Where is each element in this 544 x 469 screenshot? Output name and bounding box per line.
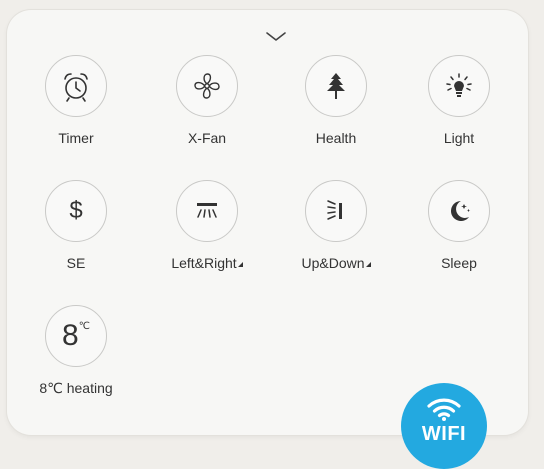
up-down-label: Up&Down <box>276 255 396 271</box>
xfan-button[interactable] <box>176 55 238 117</box>
timer-label: Timer <box>58 130 94 146</box>
heating-button[interactable]: 8 ℃ <box>45 305 107 367</box>
light-label: Light <box>443 130 475 146</box>
swing-horizontal-icon <box>197 203 217 218</box>
left-right-tile[interactable]: Left&Right <box>147 180 267 271</box>
se-button[interactable]: $ <box>45 180 107 242</box>
tree-icon <box>327 73 345 99</box>
light-bulb-icon <box>446 73 472 97</box>
light-tile[interactable]: Light <box>399 55 519 146</box>
heating-label: 8℃ heating <box>39 380 113 396</box>
quick-functions-panel: Timer X-Fan Health Light $ SE Left&Right… <box>7 10 528 435</box>
se-label: SE <box>66 255 86 271</box>
up-down-button[interactable] <box>305 180 367 242</box>
left-right-label-text: Left&Right <box>171 255 237 271</box>
dropdown-triangle-icon <box>237 262 243 267</box>
moon-stars-icon <box>451 201 471 221</box>
dropdown-triangle-icon <box>365 262 371 267</box>
swing-vertical-icon <box>327 200 342 220</box>
up-down-label-text: Up&Down <box>301 255 365 271</box>
up-down-tile[interactable]: Up&Down <box>276 180 396 271</box>
wifi-icon <box>427 398 461 421</box>
light-button[interactable] <box>428 55 490 117</box>
sleep-tile[interactable]: Sleep <box>399 180 519 271</box>
celsius-glyph: ℃ <box>78 321 90 332</box>
timer-tile[interactable]: Timer <box>16 55 136 146</box>
wifi-badge: WIFI <box>401 383 487 469</box>
eight-degree-icon: 8 ℃ <box>62 321 90 351</box>
left-right-label: Left&Right <box>147 255 267 271</box>
xfan-label: X-Fan <box>187 130 227 146</box>
health-tile[interactable]: Health <box>276 55 396 146</box>
sleep-button[interactable] <box>428 180 490 242</box>
left-right-button[interactable] <box>176 180 238 242</box>
heating-tile[interactable]: 8 ℃ 8℃ heating <box>16 305 136 397</box>
eight-glyph: 8 <box>62 319 79 352</box>
sleep-label: Sleep <box>441 255 477 271</box>
alarm-clock-icon <box>64 73 88 102</box>
health-label: Health <box>315 130 357 146</box>
se-tile[interactable]: $ SE <box>16 180 136 271</box>
wifi-badge-text: WIFI <box>421 423 467 445</box>
health-button[interactable] <box>305 55 367 117</box>
chevron-down-icon[interactable] <box>264 30 288 44</box>
dollar-icon: $ <box>69 197 83 224</box>
timer-button[interactable] <box>45 55 107 117</box>
fan-icon <box>194 73 220 99</box>
xfan-tile[interactable]: X-Fan <box>147 55 267 146</box>
